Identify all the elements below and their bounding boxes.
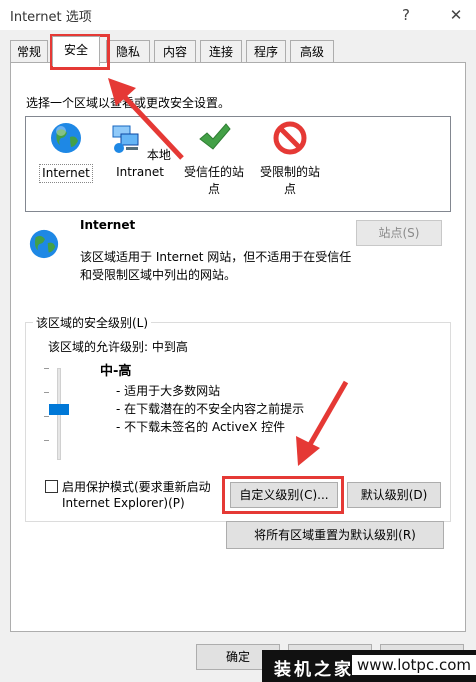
globe-icon xyxy=(29,229,59,259)
slider-tick xyxy=(44,368,49,369)
level-bullet: - 不下载未签名的 ActiveX 控件 xyxy=(116,420,286,434)
tab-content[interactable]: 内容 xyxy=(154,40,196,64)
zone-description-line2: 和受限制区域中列出的网站。 xyxy=(80,268,237,282)
watermark-logo: 装机之家 www.lotpc.com xyxy=(262,650,476,682)
highlight-box-custom-level xyxy=(222,476,344,514)
tab-advanced[interactable]: 高级 xyxy=(290,40,334,64)
reset-all-zones-button[interactable]: 将所有区域重置为默认级别(R) xyxy=(226,521,444,549)
zone-list: Internet 本地 Intranet 受信任的站 点 受限制的站 点 xyxy=(25,116,451,212)
zone-label: 受信任的站 点 xyxy=(183,165,244,196)
tab-connections[interactable]: 连接 xyxy=(200,40,242,64)
zone-restricted-sites[interactable]: 受限制的站 点 xyxy=(254,121,326,198)
red-arrow-icon xyxy=(296,380,349,466)
tab-privacy[interactable]: 隐私 xyxy=(106,40,150,64)
security-level-slider-thumb[interactable] xyxy=(49,404,69,415)
slider-tick xyxy=(44,392,49,393)
level-bullet: - 适用于大多数网站 xyxy=(116,384,221,398)
tab-programs[interactable]: 程序 xyxy=(246,40,286,64)
slider-tick xyxy=(44,440,49,441)
globe-icon xyxy=(51,123,81,153)
help-button[interactable]: ? xyxy=(394,4,418,26)
restricted-icon xyxy=(273,121,307,155)
tab-security[interactable]: 安全 xyxy=(52,36,100,66)
red-arrow-icon xyxy=(108,78,184,160)
protected-mode-label-line2: Internet Explorer)(P) xyxy=(62,496,185,510)
allowed-levels-label: 该区域的允许级别: 中到高 xyxy=(48,340,188,354)
close-button[interactable]: ✕ xyxy=(444,4,468,26)
default-level-button[interactable]: 默认级别(D) xyxy=(347,482,441,508)
zone-label: Internet xyxy=(39,164,93,183)
checkmark-icon xyxy=(199,123,231,150)
zone-description-line1: 该区域适用于 Internet 网站，但不适用于在受信任 xyxy=(80,250,352,264)
slider-tick xyxy=(44,416,49,417)
sites-button[interactable]: 站点(S) xyxy=(356,220,442,246)
zone-internet[interactable]: Internet xyxy=(30,121,102,183)
tab-general[interactable]: 常规 xyxy=(10,40,48,64)
level-bullet: - 在下载潜在的不安全内容之前提示 xyxy=(116,402,305,416)
protected-mode-checkbox[interactable] xyxy=(45,480,58,493)
title-bar: Internet 选项 ? ✕ xyxy=(0,0,476,30)
window-title: Internet 选项 xyxy=(10,10,92,25)
protected-mode-label: 启用保护模式(要求重新启动 xyxy=(62,480,211,494)
watermark-text: 装机之家 xyxy=(274,660,354,680)
security-level-name: 中-高 xyxy=(100,364,132,379)
zone-title: Internet xyxy=(80,218,136,232)
watermark-url: www.lotpc.com xyxy=(352,655,476,675)
zone-label: 受限制的站 点 xyxy=(259,165,320,196)
security-level-group-label: 该区域的安全级别(L) xyxy=(33,314,152,331)
